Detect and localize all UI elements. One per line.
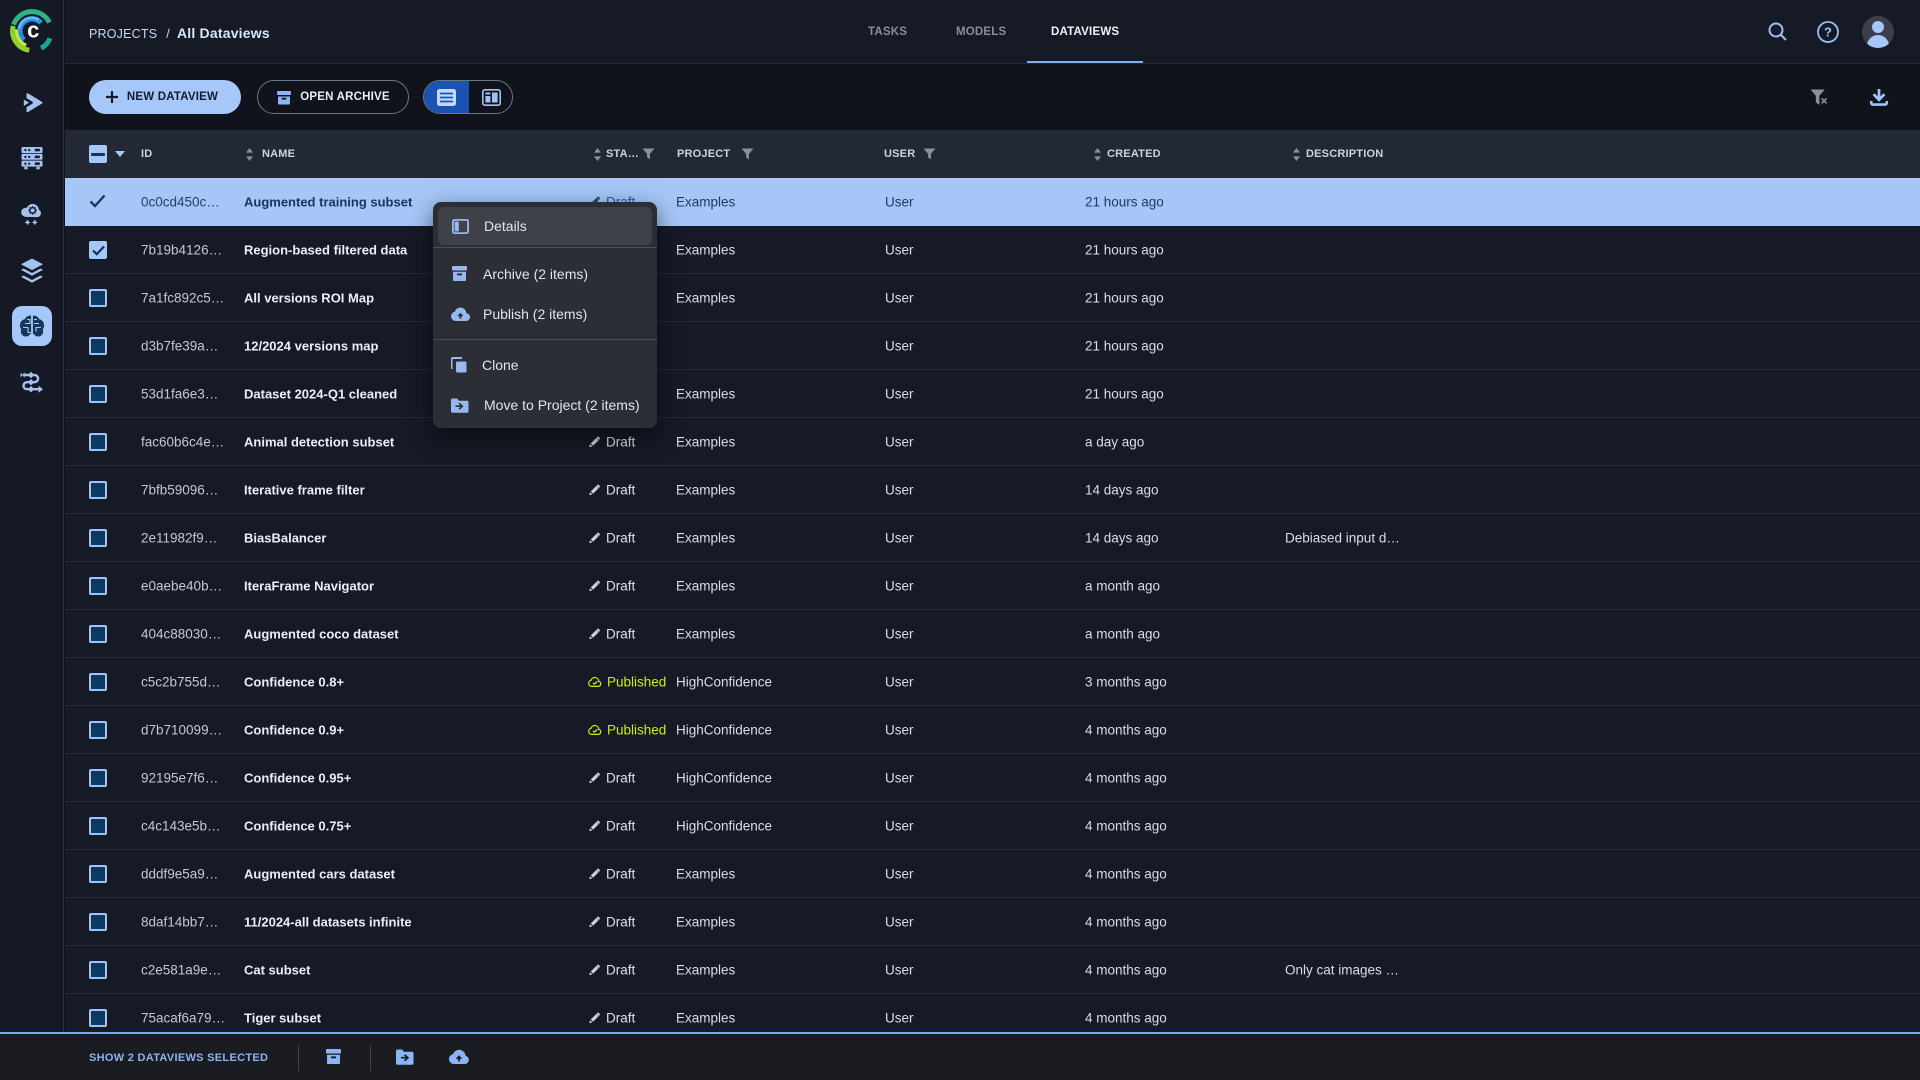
svg-text:?: ? [1824,25,1832,40]
svg-text:c: c [27,18,39,43]
